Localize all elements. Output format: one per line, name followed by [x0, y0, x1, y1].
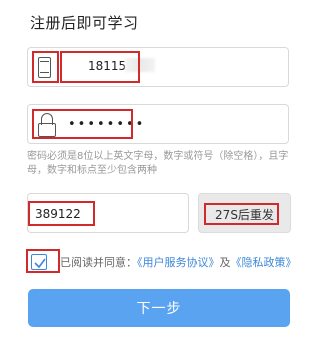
- password-hint: 密码必须是8位以上英文字母，数字或符号（除空格），且字母，数字和标点至少包含两种: [27, 151, 289, 176]
- privacy-link[interactable]: 《隐私政策》: [231, 256, 297, 269]
- annotation-box-password: [32, 109, 133, 139]
- annotation-box-code: [28, 201, 95, 226]
- annotation-box-phone-number: [60, 51, 140, 83]
- agreement-row: 已阅读并同意：《用户服务协议》及《隐私政策》: [27, 251, 297, 273]
- register-page: 注册后即可学习 18115 •••••••• 密码必须是8位以上英文字母，数字或…: [0, 0, 320, 341]
- annotation-box-checkbox: [26, 249, 60, 273]
- next-step-button[interactable]: 下一步: [28, 289, 290, 327]
- agree-prefix: 已阅读并同意：: [60, 256, 137, 269]
- annotation-box-resend: [204, 203, 279, 225]
- annotation-box-phone-icon: [32, 51, 59, 83]
- page-title: 注册后即可学习: [30, 14, 139, 32]
- agreement-text: 已阅读并同意：《用户服务协议》及《隐私政策》: [60, 254, 297, 270]
- terms-link[interactable]: 《用户服务协议》: [137, 256, 220, 269]
- agree-and: 及: [219, 256, 231, 269]
